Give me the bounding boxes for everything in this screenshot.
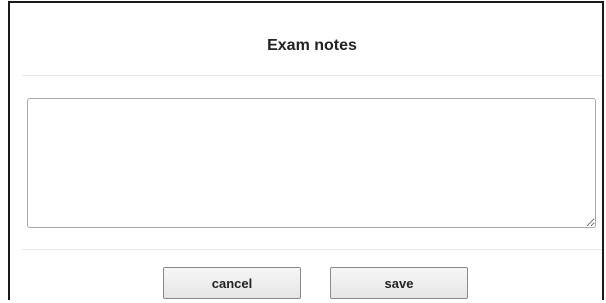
dialog-title: Exam notes [267,37,357,54]
dialog-footer: cancel save [22,249,602,303]
dialog-header: Exam notes [22,3,602,76]
exam-notes-textarea[interactable] [27,98,596,228]
cancel-button[interactable]: cancel [163,267,301,299]
exam-notes-dialog: Exam notes cancel save [8,1,604,300]
save-button[interactable]: save [330,267,468,299]
